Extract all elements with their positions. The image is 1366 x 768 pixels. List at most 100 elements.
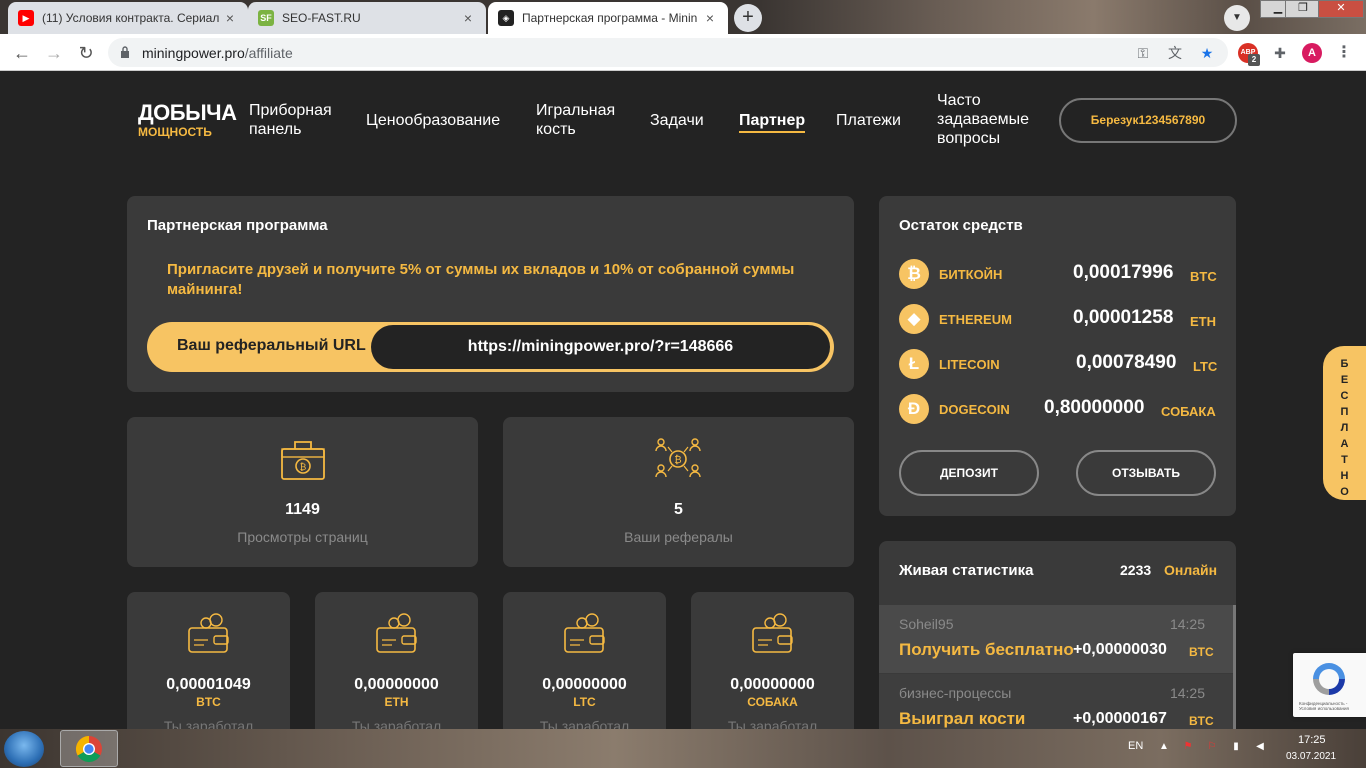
windows-start-icon[interactable] [4,731,44,767]
lock-icon [121,46,129,58]
address-bar[interactable]: miningpower.pro/affiliate ⚿ 文 ★ [108,38,1228,67]
reload-icon[interactable]: ↻ [74,41,98,65]
browser-tab-bar: ▶ (11) Условия контракта. Сериал × SF SE… [0,0,1366,34]
maximize-button[interactable]: ❐ [1285,0,1321,18]
tab-seo-fast[interactable]: SF SEO-FAST.RU × [248,2,486,34]
profile-avatar[interactable]: A [1302,43,1322,63]
chrome-icon [75,735,102,763]
svg-text:₿: ₿ [674,454,681,466]
referral-network-icon: ₿ [655,438,701,478]
close-window-button[interactable]: ✕ [1318,0,1364,18]
key-icon[interactable]: ⚿ [1134,44,1152,62]
nav-pricing[interactable]: Ценообразование [366,111,500,130]
balance-row-doge: Ð DOGECOIN 0,80000000 СОБАКА [899,394,1217,426]
language-indicator[interactable]: EN [1128,740,1143,752]
earnings-symbol: BTC [196,695,221,709]
earnings-symbol: СОБАКА [747,695,798,709]
wallet-coins-icon [752,613,793,653]
earnings-label: Ты заработал [351,718,442,729]
tab-search-icon[interactable]: ▼ [1224,5,1250,31]
wallet-coins-icon [376,613,417,653]
earnings-symbol: LTC [573,695,596,709]
recaptcha-badge[interactable]: Конфиденциальность - Условия использован… [1293,653,1366,717]
volume-icon[interactable]: ◀ [1254,741,1266,753]
deposit-button[interactable]: ДЕПОЗИТ [899,450,1039,496]
dogecoin-icon: Ð [899,394,929,424]
nav-faq[interactable]: Часто задаваемые вопросы [937,91,1029,148]
new-tab-button[interactable]: + [734,4,762,32]
menu-kebab-icon[interactable]: ⋮ [1334,43,1354,63]
referrals-card: ₿ 5 Ваши рефералы [503,417,854,567]
nav-dice[interactable]: Игральная кость [536,101,615,139]
online-count: 2233 [1120,562,1152,578]
url-text: miningpower.pro/affiliate [142,45,293,61]
earnings-label: Ты заработал [727,718,818,729]
clock-time[interactable]: 17:25 [1298,734,1326,746]
logo-sub: МОЩНОСТЬ [138,125,212,139]
earnings-card-btc: 0,00001049 BTC Ты заработал [127,592,290,729]
online-label: Онлайн [1164,562,1218,578]
recaptcha-icon [1313,663,1345,695]
bookmark-star-icon[interactable]: ★ [1198,44,1216,62]
extensions-puzzle-icon[interactable]: ✚ [1270,43,1290,63]
nav-payments[interactable]: Платежи [836,111,901,130]
balance-row-eth: ◆ ETHEREUM 0,00001258 ETH [899,304,1217,336]
earnings-label: Ты заработал [163,718,254,729]
wallet-coins-icon [564,613,605,653]
earnings-value: 0,00000000 [730,676,815,693]
wallet-coins-icon [188,613,229,653]
taskbar-chrome-button[interactable] [60,730,118,767]
affiliate-card: Партнерская программа Пригласите друзей … [127,196,854,392]
nav-dashboard[interactable]: Приборная панель [249,101,332,139]
referral-label: Ваш реферальный URL [177,337,366,354]
miningpower-icon: ◈ [498,10,514,26]
back-icon[interactable]: ← [10,41,34,65]
balance-row-ltc: Ł LITECOIN 0,00078490 LTC [899,349,1217,381]
bitcoin-case-icon: ₿ [281,441,325,480]
referrals-value: 5 [674,501,683,518]
tray-expand-icon[interactable]: ▲ [1158,741,1170,753]
nav-tasks[interactable]: Задачи [650,111,704,130]
earnings-card-doge: 0,00000000 СОБАКА Ты заработал [691,592,854,729]
live-scrollbar[interactable] [1233,605,1236,729]
earnings-value: 0,00000000 [542,676,627,693]
live-row: Soheil95 14:25 Получить бесплатно +0,000… [879,605,1233,673]
site-page: ДОБЫЧА МОЩНОСТЬ Приборная панель Ценообра… [0,71,1366,729]
sf-icon: SF [258,10,274,26]
free-faucet-tab[interactable]: БЕС ПЛА ТНО [1323,346,1366,500]
clock-date[interactable]: 03.07.2021 [1286,751,1336,762]
browser-toolbar: ← → ↻ miningpower.pro/affiliate ⚿ 文 ★ AB… [0,34,1366,71]
withdraw-button[interactable]: ОТЗЫВАТЬ [1076,450,1216,496]
affiliate-title: Партнерская программа [147,217,328,234]
svg-text:₿: ₿ [300,462,307,473]
referrals-label: Ваши рефералы [624,529,733,545]
tab-youtube[interactable]: ▶ (11) Условия контракта. Сериал × [8,2,248,34]
windows-taskbar: EN ▲ ⚑ ⚐ ▮ ◀ 17:25 03.07.2021 [0,729,1366,768]
earnings-label: Ты заработал [539,718,630,729]
page-views-label: Просмотры страниц [237,529,368,545]
litecoin-icon: Ł [899,349,929,379]
close-tab-icon[interactable]: × [222,10,238,26]
bitcoin-icon: ₿ [899,259,929,289]
earnings-card-eth: 0,00000000 ETH Ты заработал [315,592,478,729]
user-account-button[interactable]: Березук1234567890 [1059,98,1237,143]
referral-url-box: Ваш реферальный URL https://miningpower.… [147,322,834,372]
forward-icon[interactable]: → [42,41,66,65]
balance-title: Остаток средств [899,217,1023,234]
close-tab-icon[interactable]: × [460,10,476,26]
logo-main[interactable]: ДОБЫЧА [138,100,237,126]
close-tab-icon[interactable]: × [702,10,718,26]
referral-url-field[interactable]: https://miningpower.pro/?r=148666 [371,325,830,369]
youtube-icon: ▶ [18,10,34,26]
ethereum-icon: ◆ [899,304,929,334]
page-views-card: ₿ 1149 Просмотры страниц [127,417,478,567]
signal-icon[interactable]: ▮ [1230,741,1242,753]
network-warning-icon[interactable]: ⚑ [1182,741,1194,753]
translate-icon[interactable]: 文 [1166,44,1184,62]
tab-miningpower[interactable]: ◈ Партнерская программа - Minin × [488,2,728,34]
earnings-card-ltc: 0,00000000 LTC Ты заработал [503,592,666,729]
nav-partner[interactable]: Партнер [739,111,806,133]
action-center-icon[interactable]: ⚐ [1206,741,1218,753]
free-tab-letters: БЕС ПЛА ТНО [1340,358,1349,498]
balance-card: Остаток средств ₿ БИТКОЙН 0,00017996 BTC… [879,196,1236,516]
